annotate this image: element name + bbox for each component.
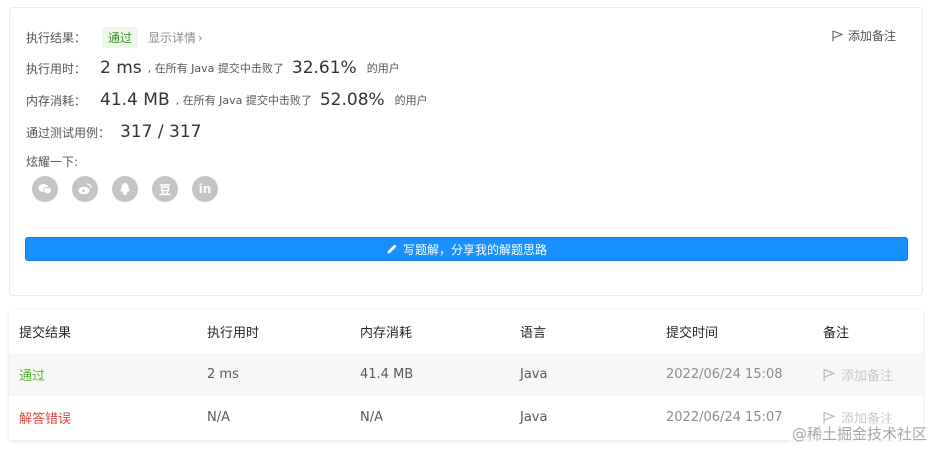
table-header: 提交结果 执行用时 内存消耗 语言 提交时间 备注: [9, 310, 923, 353]
memory-value: 41.4 MB: [100, 90, 170, 110]
flag-icon: [823, 368, 835, 381]
header-time: 提交时间: [666, 326, 719, 341]
row-language: Java: [520, 367, 548, 382]
tests-row: 通过测试用例： 317 / 317: [26, 122, 201, 142]
wechat-icon[interactable]: [32, 176, 58, 202]
exec-result-row: 执行结果： 通过 显示详情 ›: [26, 27, 203, 48]
row-time: 2022/06/24 15:08: [666, 367, 783, 382]
submission-result-card: 执行结果： 通过 显示详情 › 添加备注 执行用时： 2 ms , 在所有 Ja…: [9, 7, 923, 296]
memory-label: 内存消耗：: [26, 93, 87, 108]
header-memory: 内存消耗: [360, 326, 413, 341]
runtime-label: 执行用时：: [26, 61, 87, 76]
header-note: 备注: [823, 326, 850, 341]
submission-table: 提交结果 执行用时 内存消耗 语言 提交时间 备注 通过 2 ms 41.4 M…: [9, 310, 923, 440]
add-note-button[interactable]: 添加备注: [832, 27, 896, 44]
row-runtime: N/A: [207, 410, 230, 425]
status-badge: 通过: [102, 27, 139, 48]
flag-icon: [832, 29, 843, 41]
qq-icon[interactable]: [112, 176, 138, 202]
table-row: 解答错误 N/A N/A Java 2022/06/24 15:07 添加备注: [9, 396, 923, 439]
row-language: Java: [520, 410, 548, 425]
pencil-icon: [387, 244, 397, 254]
weibo-icon[interactable]: [72, 176, 98, 202]
tests-label: 通过测试用例：: [26, 125, 111, 140]
show-details-link[interactable]: 显示详情 ›: [148, 29, 203, 46]
write-solution-label: 写题解，分享我的解题思路: [402, 242, 547, 257]
share-label: 炫耀一下:: [26, 155, 79, 169]
header-runtime: 执行用时: [207, 326, 260, 341]
write-solution-button[interactable]: 写题解，分享我的解题思路: [25, 237, 908, 261]
memory-suffix: 的用户: [394, 94, 428, 107]
row-add-note-label: 添加备注: [841, 369, 894, 384]
douban-icon[interactable]: 豆: [152, 176, 178, 202]
runtime-percentile: 32.61%: [291, 58, 357, 78]
table-row: 通过 2 ms 41.4 MB Java 2022/06/24 15:08 添加…: [9, 353, 923, 396]
header-result: 提交结果: [19, 326, 72, 341]
tests-value: 317 / 317: [120, 122, 202, 142]
row-runtime: 2 ms: [207, 367, 239, 382]
runtime-value: 2 ms: [100, 58, 142, 78]
row-time: 2022/06/24 15:07: [666, 410, 783, 425]
row-result-link[interactable]: 通过: [19, 353, 45, 396]
exec-result-label: 执行结果：: [26, 31, 87, 45]
row-add-note-button[interactable]: 添加备注: [823, 353, 893, 396]
show-details-label: 显示详情: [148, 31, 197, 45]
row-memory: 41.4 MB: [360, 367, 414, 382]
add-note-label: 添加备注: [847, 29, 896, 43]
row-memory: N/A: [360, 410, 383, 425]
runtime-suffix: 的用户: [366, 62, 400, 75]
share-icons: 豆 in: [32, 176, 232, 202]
header-language: 语言: [520, 326, 547, 341]
row-result-link[interactable]: 解答错误: [19, 396, 71, 439]
watermark: @稀土掘金技术社区: [789, 423, 929, 444]
runtime-row: 执行用时： 2 ms , 在所有 Java 提交中击败了 32.61% 的用户: [26, 58, 400, 78]
runtime-text: , 在所有 Java 提交中击败了: [147, 62, 284, 75]
memory-text: , 在所有 Java 提交中击败了: [175, 94, 312, 107]
linkedin-icon[interactable]: in: [192, 176, 218, 202]
memory-row: 内存消耗： 41.4 MB , 在所有 Java 提交中击败了 52.08% 的…: [26, 90, 428, 110]
share-row: 炫耀一下:: [26, 153, 78, 170]
chevron-right-icon: ›: [198, 30, 203, 45]
memory-percentile: 52.08%: [319, 90, 385, 110]
